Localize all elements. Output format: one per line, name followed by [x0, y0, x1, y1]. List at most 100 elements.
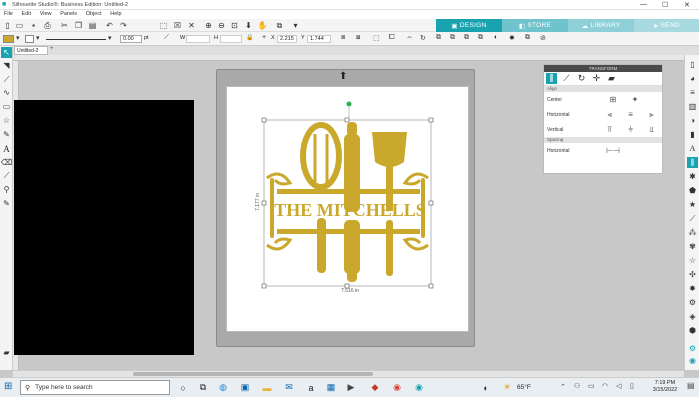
people-icon[interactable]: ⚇ [574, 382, 580, 390]
layers-panel-icon[interactable]: ⁂ [687, 227, 698, 238]
replicate-icon[interactable]: ⊘ [540, 34, 546, 42]
align-middle-icon[interactable]: ⫩ [620, 125, 641, 135]
media-icon[interactable]: ▶ [344, 380, 358, 395]
antivirus-icon[interactable]: ◆ [368, 380, 382, 395]
tab-library[interactable]: ☁ LIBRARY [568, 19, 634, 32]
close-icon[interactable]: ✕ [684, 1, 690, 9]
rotate-icon[interactable]: ↻ [420, 34, 426, 42]
tab-store[interactable]: ◧ STORE [502, 19, 568, 32]
silhouette-app-icon[interactable]: ◉ [412, 380, 426, 395]
doc-tab-untitled[interactable]: Untitled-2 [14, 46, 48, 55]
knife-tool-icon[interactable]: ⟋ [1, 170, 12, 181]
zoom-out-icon[interactable]: ⊖ [216, 20, 227, 31]
rotate-handle[interactable] [346, 101, 352, 107]
x-field[interactable]: 2.215 [277, 35, 297, 43]
redo-icon[interactable]: ↷ [118, 20, 129, 31]
space-horizontal-icon[interactable]: ⊢⊣ [602, 146, 624, 155]
deselect-icon[interactable]: ☒ [172, 20, 183, 31]
release-compound-icon[interactable]: ⧠ [389, 34, 395, 42]
scale-tab-icon[interactable]: ⟋ [561, 73, 572, 84]
draw-curve-icon[interactable]: ∿ [1, 87, 12, 98]
group-icon[interactable]: ⧈ [341, 34, 345, 42]
minimize-icon[interactable]: — [640, 1, 647, 8]
move-down-icon[interactable]: ⬇ [243, 20, 254, 31]
handle-tl[interactable] [261, 117, 267, 123]
align-top-icon[interactable]: ⫪ [599, 125, 620, 135]
tray-chevron-icon[interactable]: ⌃ [560, 383, 566, 391]
menu-edit[interactable]: Edit [22, 11, 31, 17]
fill-color-swatch[interactable] [3, 35, 14, 43]
fill-panel-icon[interactable]: ◕ [687, 73, 698, 84]
chrome-icon[interactable]: ◉ [390, 380, 404, 395]
eraser-tool-icon[interactable]: ⌫ [1, 157, 12, 168]
notification-icon[interactable]: ▤ [687, 381, 695, 390]
line-tool-icon[interactable]: ⟋ [164, 34, 169, 42]
line-style-dropdown-icon[interactable]: ▾ [108, 34, 112, 42]
line-color-swatch[interactable] [25, 35, 34, 43]
battery-icon[interactable]: ▯ [630, 382, 634, 390]
tab-send[interactable]: ➤ SEND [634, 19, 699, 32]
text-tool-icon[interactable]: A [1, 143, 12, 154]
mail-icon[interactable]: ✉ [282, 380, 296, 395]
lock-icon[interactable]: 🔒 [246, 34, 253, 41]
center-align-icon[interactable]: ⊞ [602, 95, 624, 104]
save-icon[interactable]: ▪ [28, 20, 39, 31]
paste-icon[interactable]: ▤ [87, 20, 98, 31]
bring-forward-icon[interactable]: ⧉ [464, 34, 469, 42]
add-tab-icon[interactable]: + [50, 46, 54, 52]
line-width-field[interactable]: 0.00 [120, 35, 142, 43]
center-distribute-icon[interactable]: ✦ [624, 95, 646, 104]
align-bottom-icon[interactable]: ⫫ [641, 125, 662, 135]
align-right-icon[interactable]: ⫸ [641, 110, 662, 120]
photos-icon[interactable]: ◐ [479, 380, 493, 395]
handle-mr[interactable] [428, 200, 434, 206]
word-icon[interactable]: ▣ [238, 380, 252, 395]
select-tool-icon[interactable]: ↖ [1, 47, 12, 58]
rotate-tab-icon[interactable]: ↻ [576, 73, 587, 84]
make-compound-icon[interactable]: ⬚ [373, 34, 380, 42]
mirror-icon[interactable]: ⧉ [274, 20, 285, 31]
pan-icon[interactable]: ✋ [257, 20, 268, 31]
menu-view[interactable]: View [40, 11, 52, 17]
network-icon[interactable]: ▭ [588, 382, 595, 390]
horizontal-scrollbar[interactable] [13, 370, 684, 377]
scroll-thumb[interactable] [133, 372, 373, 376]
grid-panel-icon[interactable]: ▥ [687, 101, 698, 112]
widgets-icon[interactable]: ⧉ [196, 380, 210, 395]
pixscan-panel-icon[interactable]: ✾ [687, 241, 698, 252]
library-icon[interactable]: ▰ [1, 347, 12, 358]
polygon-tool-icon[interactable]: ☆ [1, 115, 12, 126]
edit-points-icon[interactable]: ◥ [1, 60, 12, 71]
trace-panel-icon[interactable]: ▮ [687, 129, 698, 140]
send-backward-icon[interactable]: ⧉ [478, 34, 483, 42]
menu-panels[interactable]: Panels [60, 11, 77, 17]
open-icon[interactable]: ▭ [14, 20, 25, 31]
flip-icon[interactable]: ⇔ [406, 34, 413, 41]
ungroup-icon[interactable]: ⧇ [356, 34, 360, 42]
new-icon[interactable]: ▯ [2, 20, 13, 31]
undo-icon[interactable]: ↶ [104, 20, 115, 31]
bring-front-icon[interactable]: ⧉ [436, 34, 441, 42]
offset-icon[interactable]: ✸ [509, 34, 515, 42]
cut-icon[interactable]: ✂ [59, 20, 70, 31]
weld-panel-icon[interactable]: ⬢ [687, 325, 698, 336]
handle-br[interactable] [428, 283, 434, 289]
amazon-icon[interactable]: a [304, 380, 318, 395]
zoom-fit-icon[interactable]: ⊡ [229, 20, 240, 31]
handle-tr[interactable] [428, 117, 434, 123]
weld-icon[interactable]: ◐ [494, 34, 498, 41]
height-field[interactable] [220, 35, 242, 43]
align-left-icon[interactable]: ⫷ [599, 110, 620, 120]
menu-file[interactable]: File [4, 11, 13, 17]
edge-icon[interactable]: ◍ [216, 380, 230, 395]
align-center-icon[interactable]: ≡ [620, 110, 641, 119]
shield-icon[interactable]: ◉ [687, 355, 698, 366]
width-field[interactable] [186, 35, 210, 43]
modify-panel-icon[interactable]: ⬟ [687, 185, 698, 196]
shear-tab-icon[interactable]: ▰ [606, 73, 617, 84]
page-setup-icon[interactable]: ▯ [687, 59, 698, 70]
file-explorer-icon[interactable]: ▬ [260, 380, 274, 395]
design-panel-icon[interactable]: ✣ [687, 269, 698, 280]
windows-start-icon[interactable]: ⊞ [4, 381, 12, 392]
design-artwork[interactable]: THE MITCHELLS 7.516 in 7.177 in [255, 98, 440, 296]
